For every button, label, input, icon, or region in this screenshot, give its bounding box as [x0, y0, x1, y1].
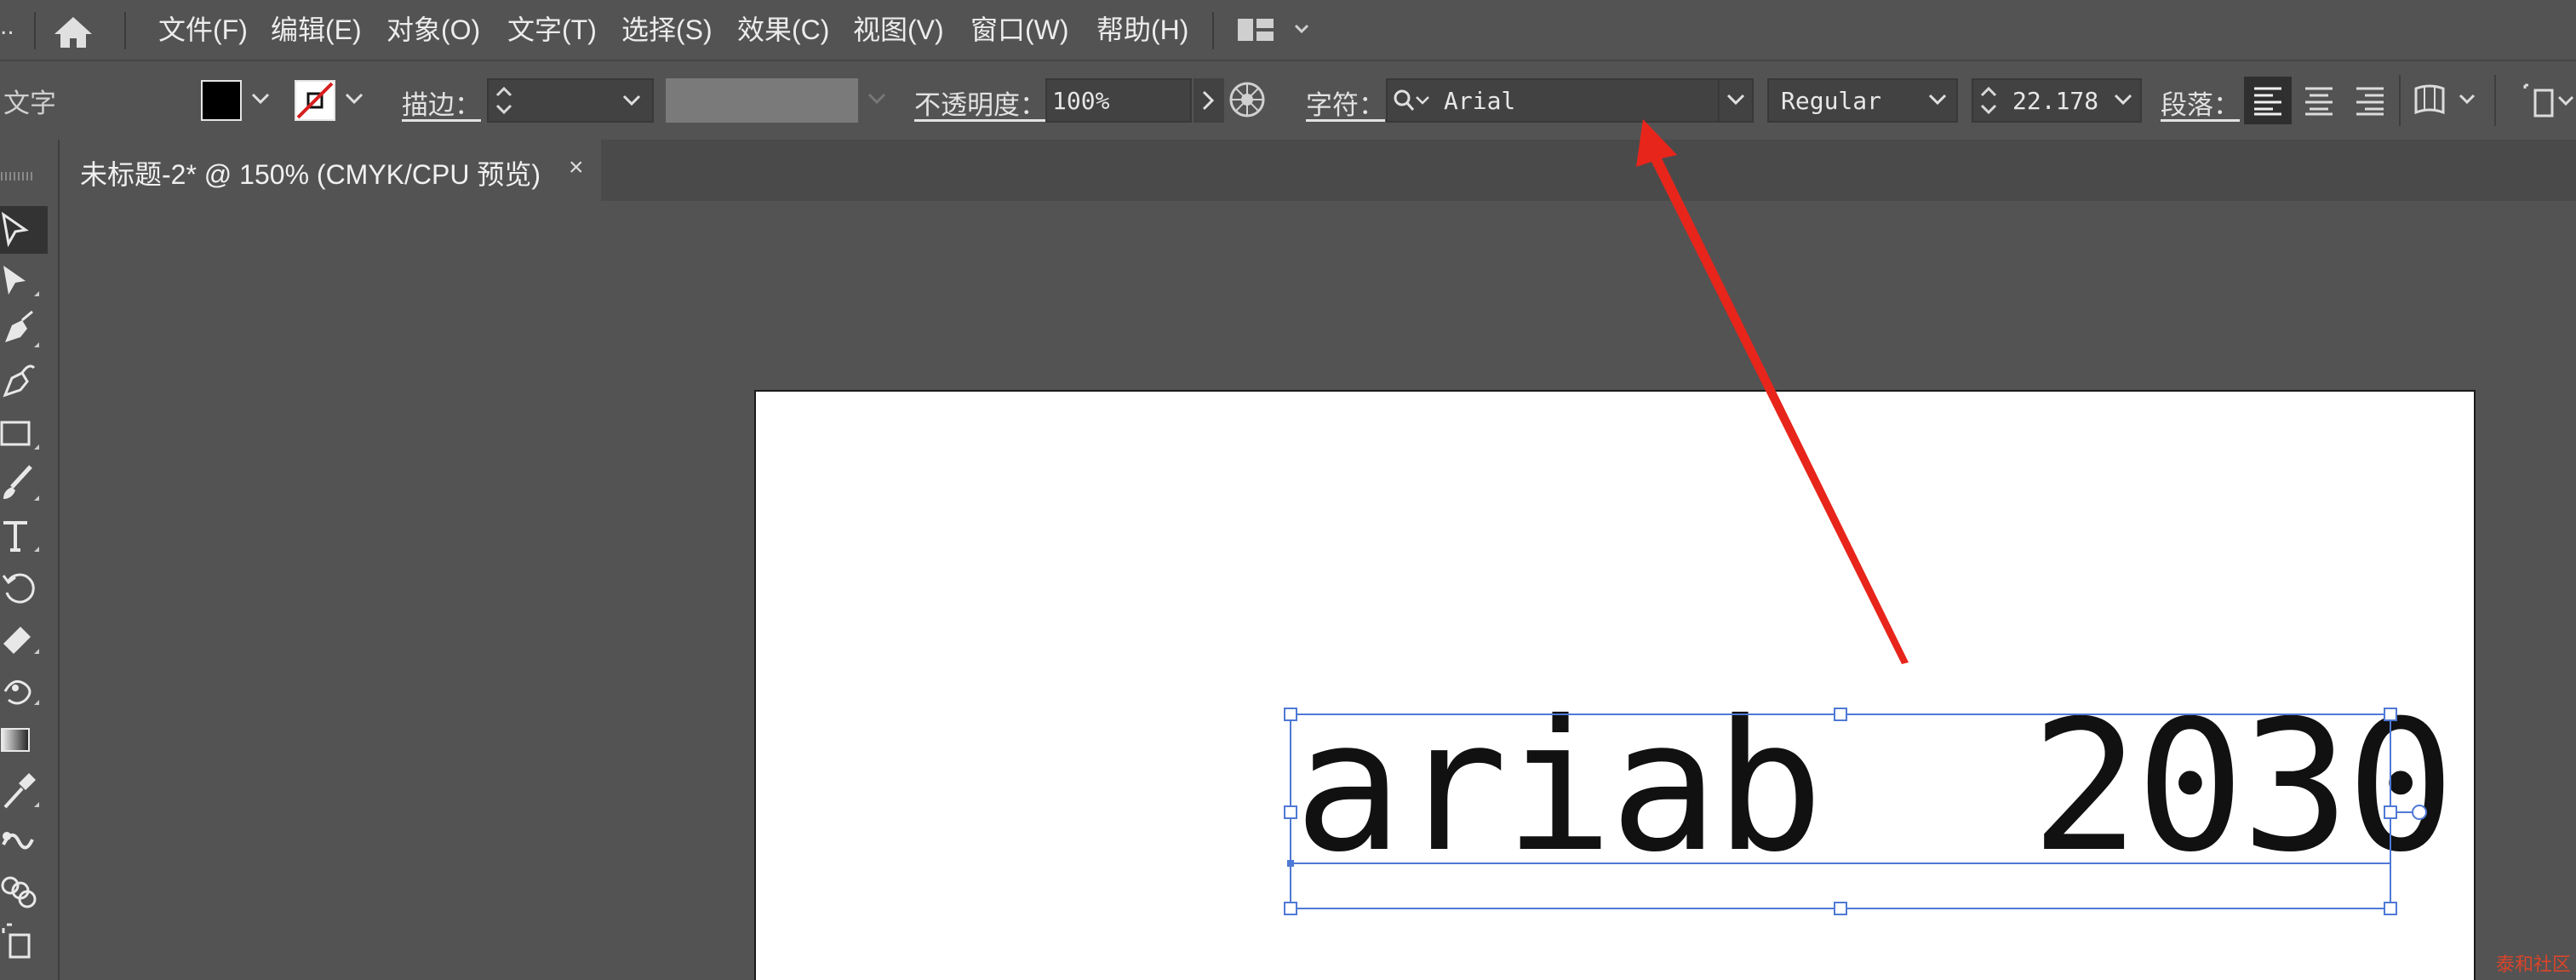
- separator: [2399, 75, 2401, 126]
- rotate-icon: [2, 573, 35, 604]
- direct-selection-tool[interactable]: [0, 257, 48, 305]
- rectangle-icon: [0, 421, 39, 450]
- document-tab-bar: 未标题-2* @ 150% (CMYK/CPU 预览) ×: [60, 140, 2576, 201]
- curvature-tool[interactable]: [0, 359, 48, 407]
- paragraph-label[interactable]: 段落：: [2161, 83, 2240, 122]
- menu-edit[interactable]: 编辑(E): [271, 12, 362, 48]
- chevron-right-icon: [1202, 90, 1215, 111]
- eyedropper-tool[interactable]: [0, 768, 48, 816]
- selection-type-label: 文字: [3, 89, 56, 118]
- stepper-icon[interactable]: [494, 83, 514, 117]
- selection-arrow-icon: [3, 266, 39, 296]
- font-family-dropdown[interactable]: [1718, 78, 1754, 123]
- warp-icon: [3, 679, 39, 705]
- selection-tool[interactable]: [0, 206, 48, 254]
- separator: [2494, 75, 2496, 126]
- gradient-icon: [1, 728, 30, 752]
- align-center-button[interactable]: [2295, 77, 2343, 124]
- font-size-field[interactable]: 22.178: [1972, 78, 2142, 123]
- search-icon[interactable]: [1393, 89, 1432, 114]
- menu-help[interactable]: 帮助(H): [1096, 12, 1188, 48]
- stepper-icon[interactable]: [1978, 83, 1999, 117]
- font-family-field[interactable]: Arial: [1386, 78, 1754, 123]
- variable-width-profile[interactable]: [666, 78, 858, 123]
- chevron-down-icon: [1726, 94, 1745, 106]
- opacity-expand-button[interactable]: [1194, 78, 1224, 123]
- curvature-pen-icon: [3, 364, 36, 398]
- eraser-icon: [3, 627, 39, 654]
- type-t-icon: [3, 521, 39, 552]
- menu-window[interactable]: 窗口(W): [970, 12, 1069, 48]
- workspace-switcher-icon[interactable]: [1236, 15, 1314, 44]
- panel-grip[interactable]: ..: [0, 12, 14, 41]
- align-left-button[interactable]: [2244, 77, 2292, 124]
- separator: [34, 12, 36, 49]
- opacity-label[interactable]: 不透明度：: [914, 83, 1046, 122]
- chevron-down-icon[interactable]: [1926, 92, 1951, 109]
- menu-object[interactable]: 对象(O): [386, 12, 480, 48]
- type-tool[interactable]: [0, 513, 48, 560]
- pen-tool[interactable]: [0, 308, 48, 356]
- gradient-tool[interactable]: [0, 717, 48, 765]
- font-style-value[interactable]: Regular: [1781, 87, 1881, 115]
- paintbrush-icon: [3, 465, 39, 501]
- eraser-tool[interactable]: [0, 615, 48, 662]
- shape-builder-icon: [1, 876, 37, 908]
- document-tab-title[interactable]: 未标题-2* @ 150% (CMYK/CPU 预览): [80, 153, 541, 192]
- align-left-icon: [2254, 87, 2281, 116]
- puppet-warp-tool[interactable]: [0, 666, 48, 714]
- rectangle-tool[interactable]: [0, 410, 48, 458]
- text-object[interactable]: ariab 2030: [1294, 696, 2455, 877]
- fill-swatch[interactable]: [201, 80, 242, 121]
- separator: [1212, 12, 1214, 49]
- document-tab[interactable]: 未标题-2* @ 150% (CMYK/CPU 预览) ×: [60, 140, 601, 201]
- paintbrush-tool[interactable]: [0, 461, 48, 509]
- chevron-down-icon: [867, 93, 886, 105]
- chevron-down-icon[interactable]: [2111, 92, 2137, 109]
- tools-panel: [0, 140, 60, 980]
- chevron-down-icon[interactable]: [250, 92, 271, 106]
- menu-type[interactable]: 文字(T): [507, 12, 597, 48]
- menu-effect[interactable]: 效果(C): [737, 12, 829, 48]
- stroke-swatch[interactable]: [295, 80, 335, 121]
- panel-grip-icon[interactable]: [0, 170, 34, 182]
- separator: [124, 12, 126, 49]
- pen-icon: [5, 310, 39, 347]
- transform-icon[interactable]: [2522, 82, 2576, 119]
- opacity-field[interactable]: 100%: [1045, 78, 1192, 123]
- stroke-label[interactable]: 描边：: [402, 83, 481, 122]
- home-icon[interactable]: [53, 15, 94, 49]
- blend-tool[interactable]: [0, 819, 48, 867]
- stroke-weight-field[interactable]: [487, 78, 654, 123]
- font-family-value[interactable]: Arial: [1444, 87, 1515, 115]
- blend-icon: [2, 832, 34, 850]
- recolor-artwork-icon[interactable]: [1228, 80, 1267, 119]
- close-tab-icon[interactable]: ×: [569, 153, 584, 182]
- align-center-icon: [2305, 87, 2333, 116]
- chevron-down-icon[interactable]: [621, 94, 642, 107]
- align-right-button[interactable]: [2346, 77, 2394, 124]
- watermark-logo: 泰和社区: [2495, 954, 2571, 975]
- font-style-field[interactable]: Regular: [1767, 78, 1958, 123]
- menu-file[interactable]: 文件(F): [158, 12, 248, 48]
- align-right-icon: [2356, 87, 2384, 116]
- eyedropper-icon: [3, 773, 39, 809]
- font-size-value[interactable]: 22.178: [2012, 87, 2098, 115]
- artboard-icon: [2, 923, 31, 959]
- character-label[interactable]: 字符：: [1306, 83, 1385, 122]
- opacity-value[interactable]: 100%: [1052, 87, 1109, 115]
- envelope-warp-icon[interactable]: [2413, 82, 2484, 119]
- menu-bar: .. 文件(F) 编辑(E) 对象(O) 文字(T) 选择(S) 效果(C) 视…: [0, 0, 2576, 61]
- menu-select[interactable]: 选择(S): [621, 12, 713, 48]
- direct-selection-arrow-icon: [1, 211, 29, 248]
- chevron-down-icon[interactable]: [344, 92, 364, 106]
- artboard-tool[interactable]: [0, 921, 48, 969]
- menu-view[interactable]: 视图(V): [853, 12, 944, 48]
- control-bar: 文字 描边： 不透明度： 100% 字符： Arial Regular 22.1…: [0, 61, 2576, 141]
- shape-builder-tool[interactable]: [0, 870, 48, 918]
- rotate-tool[interactable]: [0, 564, 48, 611]
